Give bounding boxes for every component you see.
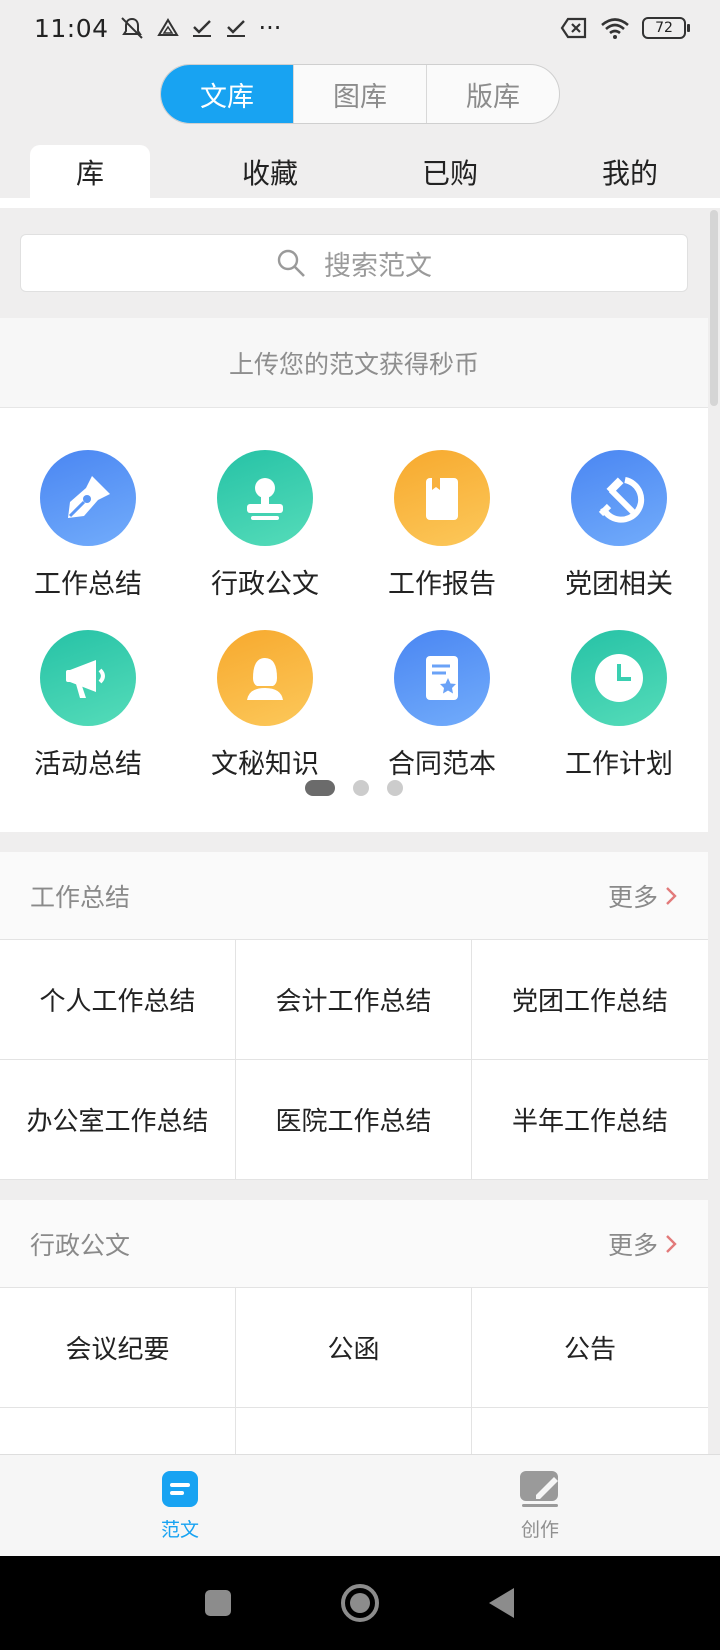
search-icon — [277, 249, 305, 277]
clock-icon — [571, 630, 667, 726]
tile-item[interactable]: 医院工作总结 — [236, 1060, 472, 1180]
chevron-right-icon — [666, 886, 677, 905]
wifi-icon — [601, 18, 629, 39]
section-title: 工作总结 — [30, 882, 131, 912]
check-icon — [226, 20, 245, 37]
section-gap — [0, 832, 708, 852]
secretary-icon — [217, 630, 313, 726]
section-gap — [0, 1180, 708, 1200]
search-input[interactable]: 搜索范文 — [20, 234, 688, 292]
status-notification-icons: ··· — [119, 14, 282, 42]
section-title: 行政公文 — [30, 1230, 131, 1260]
main-content[interactable]: 搜索范文 上传您的范文获得秒币 工作总结 行政公文 工作报告 党团相关 活动总结… — [0, 208, 708, 1454]
category-admin-docs[interactable]: 行政公文 — [177, 450, 353, 601]
tile-item-empty[interactable] — [0, 1408, 236, 1454]
sub-tabs: 库 收藏 已购 我的 — [0, 145, 720, 199]
upload-banner[interactable]: 上传您的范文获得秒币 — [0, 318, 708, 408]
tab-wenku[interactable]: 文库 — [161, 65, 293, 123]
stamp-icon — [217, 450, 313, 546]
nav-label: 创作 — [520, 1519, 559, 1541]
status-time: 11:04 — [34, 13, 109, 43]
tile-item[interactable]: 个人工作总结 — [0, 940, 236, 1060]
contract-icon — [394, 630, 490, 726]
system-nav-bar — [0, 1556, 720, 1650]
category-label: 合同范本 — [388, 749, 496, 780]
tile-item[interactable]: 半年工作总结 — [472, 1060, 708, 1180]
subtab-mine[interactable]: 我的 — [570, 145, 690, 199]
pager-dot-1[interactable] — [305, 780, 335, 796]
megaphone-icon — [40, 630, 136, 726]
search-placeholder: 搜索范文 — [324, 250, 432, 282]
drive-icon — [156, 18, 179, 36]
pen-nib-icon — [40, 450, 136, 546]
more-notifications: ··· — [258, 14, 282, 42]
category-label: 行政公文 — [211, 569, 319, 600]
pager-dot-2[interactable] — [353, 780, 369, 796]
more-label: 更多 — [607, 1230, 658, 1260]
hammer-sickle-icon — [571, 450, 667, 546]
tile-item[interactable]: 会议纪要 — [0, 1288, 236, 1408]
check-icon — [192, 20, 211, 37]
status-bar: 11:04 ··· 72 — [0, 0, 720, 56]
more-link[interactable]: 更多 — [608, 878, 678, 914]
notebook-icon — [394, 450, 490, 546]
category-grid: 工作总结 行政公文 工作报告 党团相关 活动总结 文秘知识 合同范本 工作计划 — [0, 408, 708, 832]
app-screen: 11:04 ··· 72 文库 图库 版库 库 收藏 已购 我的 搜索范文 上传… — [0, 0, 720, 1650]
category-label: 文秘知识 — [211, 749, 319, 780]
category-activity-summary[interactable]: 活动总结 — [0, 630, 176, 781]
carousel-pager — [0, 780, 708, 796]
subtab-purchased[interactable]: 已购 — [390, 145, 510, 199]
subtab-favorites[interactable]: 收藏 — [210, 145, 330, 199]
category-work-plan[interactable]: 工作计划 — [531, 630, 707, 781]
recents-icon[interactable] — [202, 1587, 234, 1619]
home-icon[interactable] — [340, 1583, 380, 1623]
battery-icon: 72 — [642, 17, 690, 39]
tile-item[interactable]: 会计工作总结 — [236, 940, 472, 1060]
tile-grid-work-summary: 个人工作总结 会计工作总结 党团工作总结 办公室工作总结 医院工作总结 半年工作… — [0, 940, 708, 1180]
status-right: 72 — [560, 17, 690, 39]
nav-label: 范文 — [160, 1519, 199, 1541]
scrollbar[interactable] — [710, 210, 718, 406]
chevron-right-icon — [666, 1234, 677, 1253]
document-icon — [162, 1471, 198, 1507]
battery-level: 72 — [655, 20, 673, 36]
tile-item[interactable]: 公告 — [472, 1288, 708, 1408]
category-secretary-knowledge[interactable]: 文秘知识 — [177, 630, 353, 781]
library-switch: 文库 图库 版库 — [160, 64, 560, 124]
bottom-nav: 范文 创作 — [0, 1454, 720, 1556]
category-label: 党团相关 — [565, 569, 673, 600]
tile-item-empty[interactable] — [236, 1408, 472, 1454]
tile-grid-admin-docs: 会议纪要 公函 公告 — [0, 1288, 708, 1454]
section-header-admin-docs: 行政公文 更多 — [0, 1200, 708, 1288]
nav-chuangzuo[interactable]: 创作 — [360, 1455, 720, 1556]
section-header-work-summary: 工作总结 更多 — [0, 852, 708, 940]
nav-fanwen[interactable]: 范文 — [0, 1455, 360, 1556]
category-contract-template[interactable]: 合同范本 — [354, 630, 530, 781]
no-sim-icon — [560, 17, 587, 39]
category-label: 工作总结 — [34, 569, 142, 600]
subtabs-underline — [0, 198, 720, 208]
subtab-library[interactable]: 库 — [30, 145, 150, 199]
category-party-related[interactable]: 党团相关 — [531, 450, 707, 601]
mute-icon — [120, 17, 143, 39]
tile-item-empty[interactable] — [472, 1408, 708, 1454]
pager-dot-3[interactable] — [387, 780, 403, 796]
search-area: 搜索范文 — [0, 208, 708, 318]
more-label: 更多 — [607, 882, 658, 912]
back-icon[interactable] — [486, 1586, 518, 1620]
tile-item[interactable]: 办公室工作总结 — [0, 1060, 236, 1180]
category-label: 活动总结 — [34, 749, 142, 780]
tab-tuku[interactable]: 图库 — [293, 65, 426, 123]
tile-item[interactable]: 公函 — [236, 1288, 472, 1408]
category-label: 工作报告 — [388, 569, 496, 600]
tile-item[interactable]: 党团工作总结 — [472, 940, 708, 1060]
status-left: 11:04 ··· — [34, 14, 281, 43]
category-work-summary[interactable]: 工作总结 — [0, 450, 176, 601]
category-label: 工作计划 — [565, 749, 673, 780]
tab-banku[interactable]: 版库 — [426, 65, 559, 123]
more-link[interactable]: 更多 — [608, 1226, 678, 1262]
category-work-report[interactable]: 工作报告 — [354, 450, 530, 601]
compose-icon — [520, 1471, 558, 1507]
